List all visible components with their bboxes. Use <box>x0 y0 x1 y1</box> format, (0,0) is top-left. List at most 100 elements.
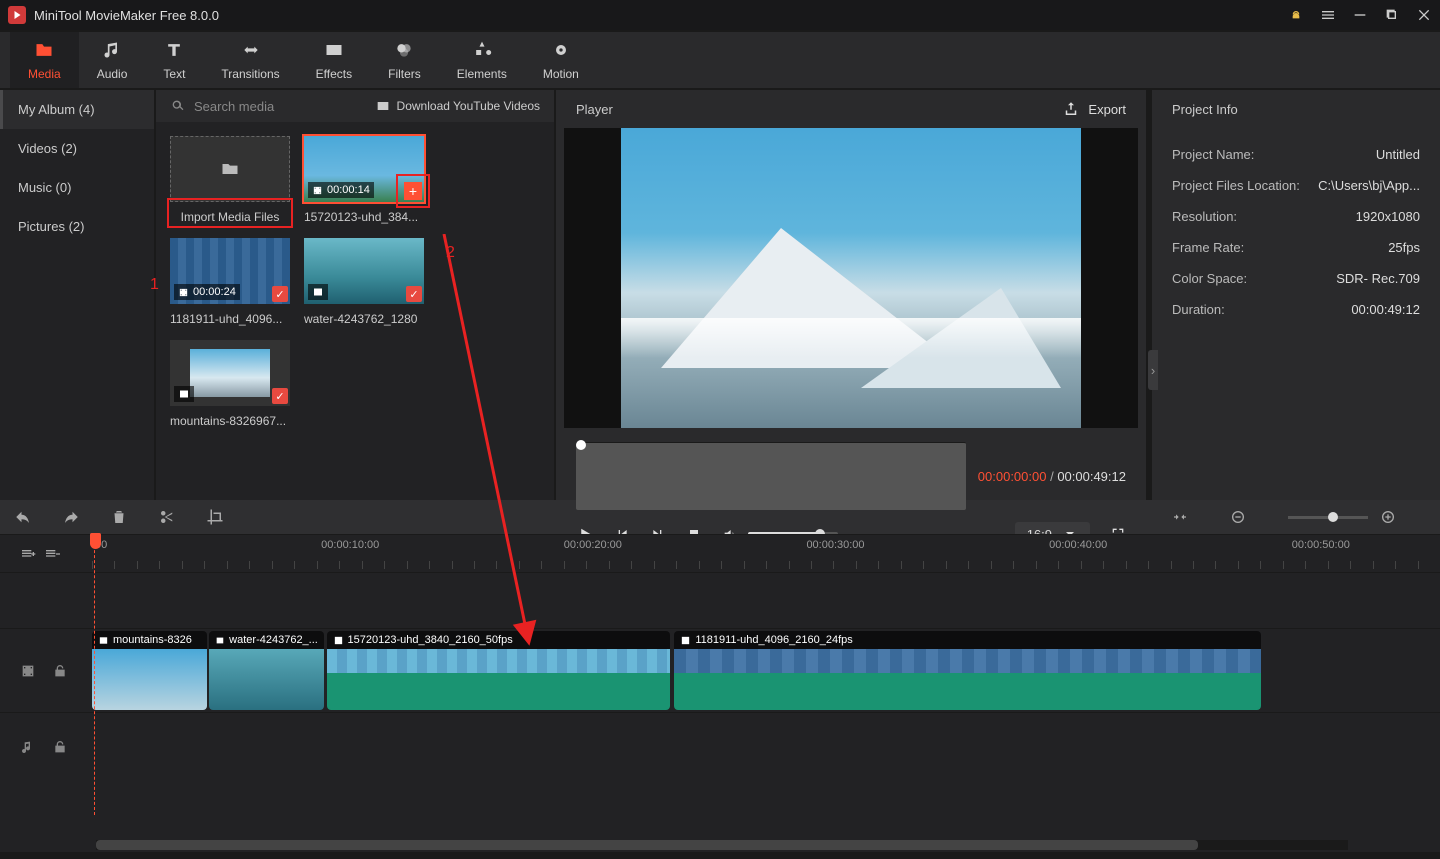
image-icon <box>215 635 225 646</box>
media-item[interactable]: 00:00:14 + 15720123-uhd_384... <box>304 136 424 224</box>
project-info-header: Project Info <box>1152 90 1440 129</box>
check-icon: ✓ <box>272 286 288 302</box>
check-icon: ✓ <box>272 388 288 404</box>
tab-label: Motion <box>543 67 579 81</box>
close-icon[interactable] <box>1416 7 1432 23</box>
clip[interactable]: water-4243762_... <box>209 631 324 710</box>
top-tabs: Media Audio Text Transitions Effects Fil… <box>0 30 1440 90</box>
tab-elements[interactable]: Elements <box>439 32 525 88</box>
download-youtube-button[interactable]: Download YouTube Videos <box>375 98 540 114</box>
filters-icon <box>394 40 414 63</box>
auto-fit-button[interactable] <box>1172 509 1188 525</box>
search-input[interactable]: Search media <box>170 98 365 114</box>
film-icon <box>680 635 691 646</box>
tab-filters[interactable]: Filters <box>370 32 439 88</box>
import-media-tile[interactable]: Import Media Files <box>170 136 290 224</box>
player-viewport[interactable] <box>564 128 1138 428</box>
minimize-icon[interactable] <box>1352 7 1368 23</box>
info-val: Untitled <box>1376 147 1420 162</box>
elements-icon <box>472 40 492 63</box>
media-duration: 00:00:14 <box>308 182 374 198</box>
clip[interactable]: 1181911-uhd_4096_2160_24fps <box>674 631 1260 710</box>
crop-button[interactable] <box>206 508 224 526</box>
app-logo <box>8 6 26 24</box>
playhead[interactable] <box>94 535 95 815</box>
folder-icon <box>220 159 240 179</box>
tab-media[interactable]: Media <box>10 32 79 88</box>
picture-badge <box>308 284 328 300</box>
info-val: 00:00:49:12 <box>1351 302 1420 317</box>
film-icon <box>312 185 323 196</box>
unlock-icon[interactable] <box>52 739 68 755</box>
music-icon <box>102 40 122 63</box>
media-duration: 00:00:24 <box>174 284 240 300</box>
film-icon <box>333 635 344 646</box>
tab-text[interactable]: Text <box>145 32 203 88</box>
tab-effects[interactable]: Effects <box>298 32 370 88</box>
video-track-icon <box>20 663 36 679</box>
media-name: 15720123-uhd_384... <box>304 210 424 224</box>
check-icon: ✓ <box>406 286 422 302</box>
sidebar-item-videos[interactable]: Videos (2) <box>0 129 154 168</box>
media-item[interactable]: 00:00:24 ✓ 1181911-uhd_4096... <box>170 238 290 326</box>
tab-label: Effects <box>316 67 352 81</box>
info-key: Project Name: <box>1172 147 1254 162</box>
film-icon <box>178 287 189 298</box>
sidebar-item-music[interactable]: Music (0) <box>0 168 154 207</box>
title-bar: MiniTool MovieMaker Free 8.0.0 <box>0 0 1440 30</box>
media-name: water-4243762_1280 <box>304 312 424 326</box>
tab-motion[interactable]: Motion <box>525 32 597 88</box>
tab-label: Audio <box>97 67 128 81</box>
tab-label: Elements <box>457 67 507 81</box>
clip[interactable]: 15720123-uhd_3840_2160_50fps <box>327 631 671 710</box>
media-item[interactable]: ✓ mountains-8326967... <box>170 340 290 428</box>
menu-icon[interactable] <box>1320 7 1336 23</box>
unlock-icon[interactable] <box>52 663 68 679</box>
info-val: SDR- Rec.709 <box>1336 271 1420 286</box>
scrub-bar[interactable] <box>576 442 966 510</box>
add-track-icon[interactable] <box>20 546 36 562</box>
media-item[interactable]: ✓ water-4243762_1280 <box>304 238 424 326</box>
delete-button[interactable] <box>110 508 128 526</box>
remove-track-icon[interactable] <box>44 546 60 562</box>
callout-1: 1 <box>150 276 159 294</box>
media-name: 1181911-uhd_4096... <box>170 312 290 326</box>
upgrade-icon[interactable] <box>1288 7 1304 23</box>
info-key: Project Files Location: <box>1172 178 1300 193</box>
maximize-icon[interactable] <box>1384 7 1400 23</box>
info-val: C:\Users\bj\App... <box>1318 178 1420 193</box>
horizontal-scrollbar[interactable] <box>96 840 1348 850</box>
tab-transitions[interactable]: Transitions <box>203 32 297 88</box>
redo-button[interactable] <box>62 508 80 526</box>
audio-track-icon <box>20 739 36 755</box>
tab-label: Text <box>163 67 185 81</box>
download-label: Download YouTube Videos <box>397 99 540 113</box>
folder-icon <box>34 40 54 63</box>
info-val: 25fps <box>1388 240 1420 255</box>
media-sidebar: My Album (4) Videos (2) Music (0) Pictur… <box>0 90 156 500</box>
undo-button[interactable] <box>14 508 32 526</box>
tab-label: Filters <box>388 67 421 81</box>
app-title: MiniTool MovieMaker Free 8.0.0 <box>34 8 1288 23</box>
split-button[interactable] <box>158 508 176 526</box>
zoom-in-button[interactable] <box>1380 509 1396 525</box>
tab-audio[interactable]: Audio <box>79 32 146 88</box>
timeline-ruler[interactable]: :00 00:00:10:00 00:00:20:00 00:00:30:00 … <box>0 534 1440 572</box>
clip[interactable]: mountains-8326 <box>92 631 207 710</box>
transitions-icon <box>241 40 261 63</box>
export-label: Export <box>1088 102 1126 117</box>
motion-icon <box>551 40 571 63</box>
image-icon <box>178 388 190 400</box>
zoom-slider[interactable] <box>1288 516 1368 519</box>
media-name: mountains-8326967... <box>170 414 290 428</box>
sidebar-item-myalbum[interactable]: My Album (4) <box>0 90 154 129</box>
zoom-out-button[interactable] <box>1230 509 1246 525</box>
sidebar-item-pictures[interactable]: Pictures (2) <box>0 207 154 246</box>
audio-track <box>0 712 1440 780</box>
effects-icon <box>324 40 344 63</box>
info-key: Duration: <box>1172 302 1225 317</box>
export-button[interactable]: Export <box>1062 100 1126 118</box>
collapse-panel-button[interactable]: › <box>1148 350 1158 390</box>
text-icon <box>164 40 184 63</box>
export-icon <box>1062 100 1080 118</box>
